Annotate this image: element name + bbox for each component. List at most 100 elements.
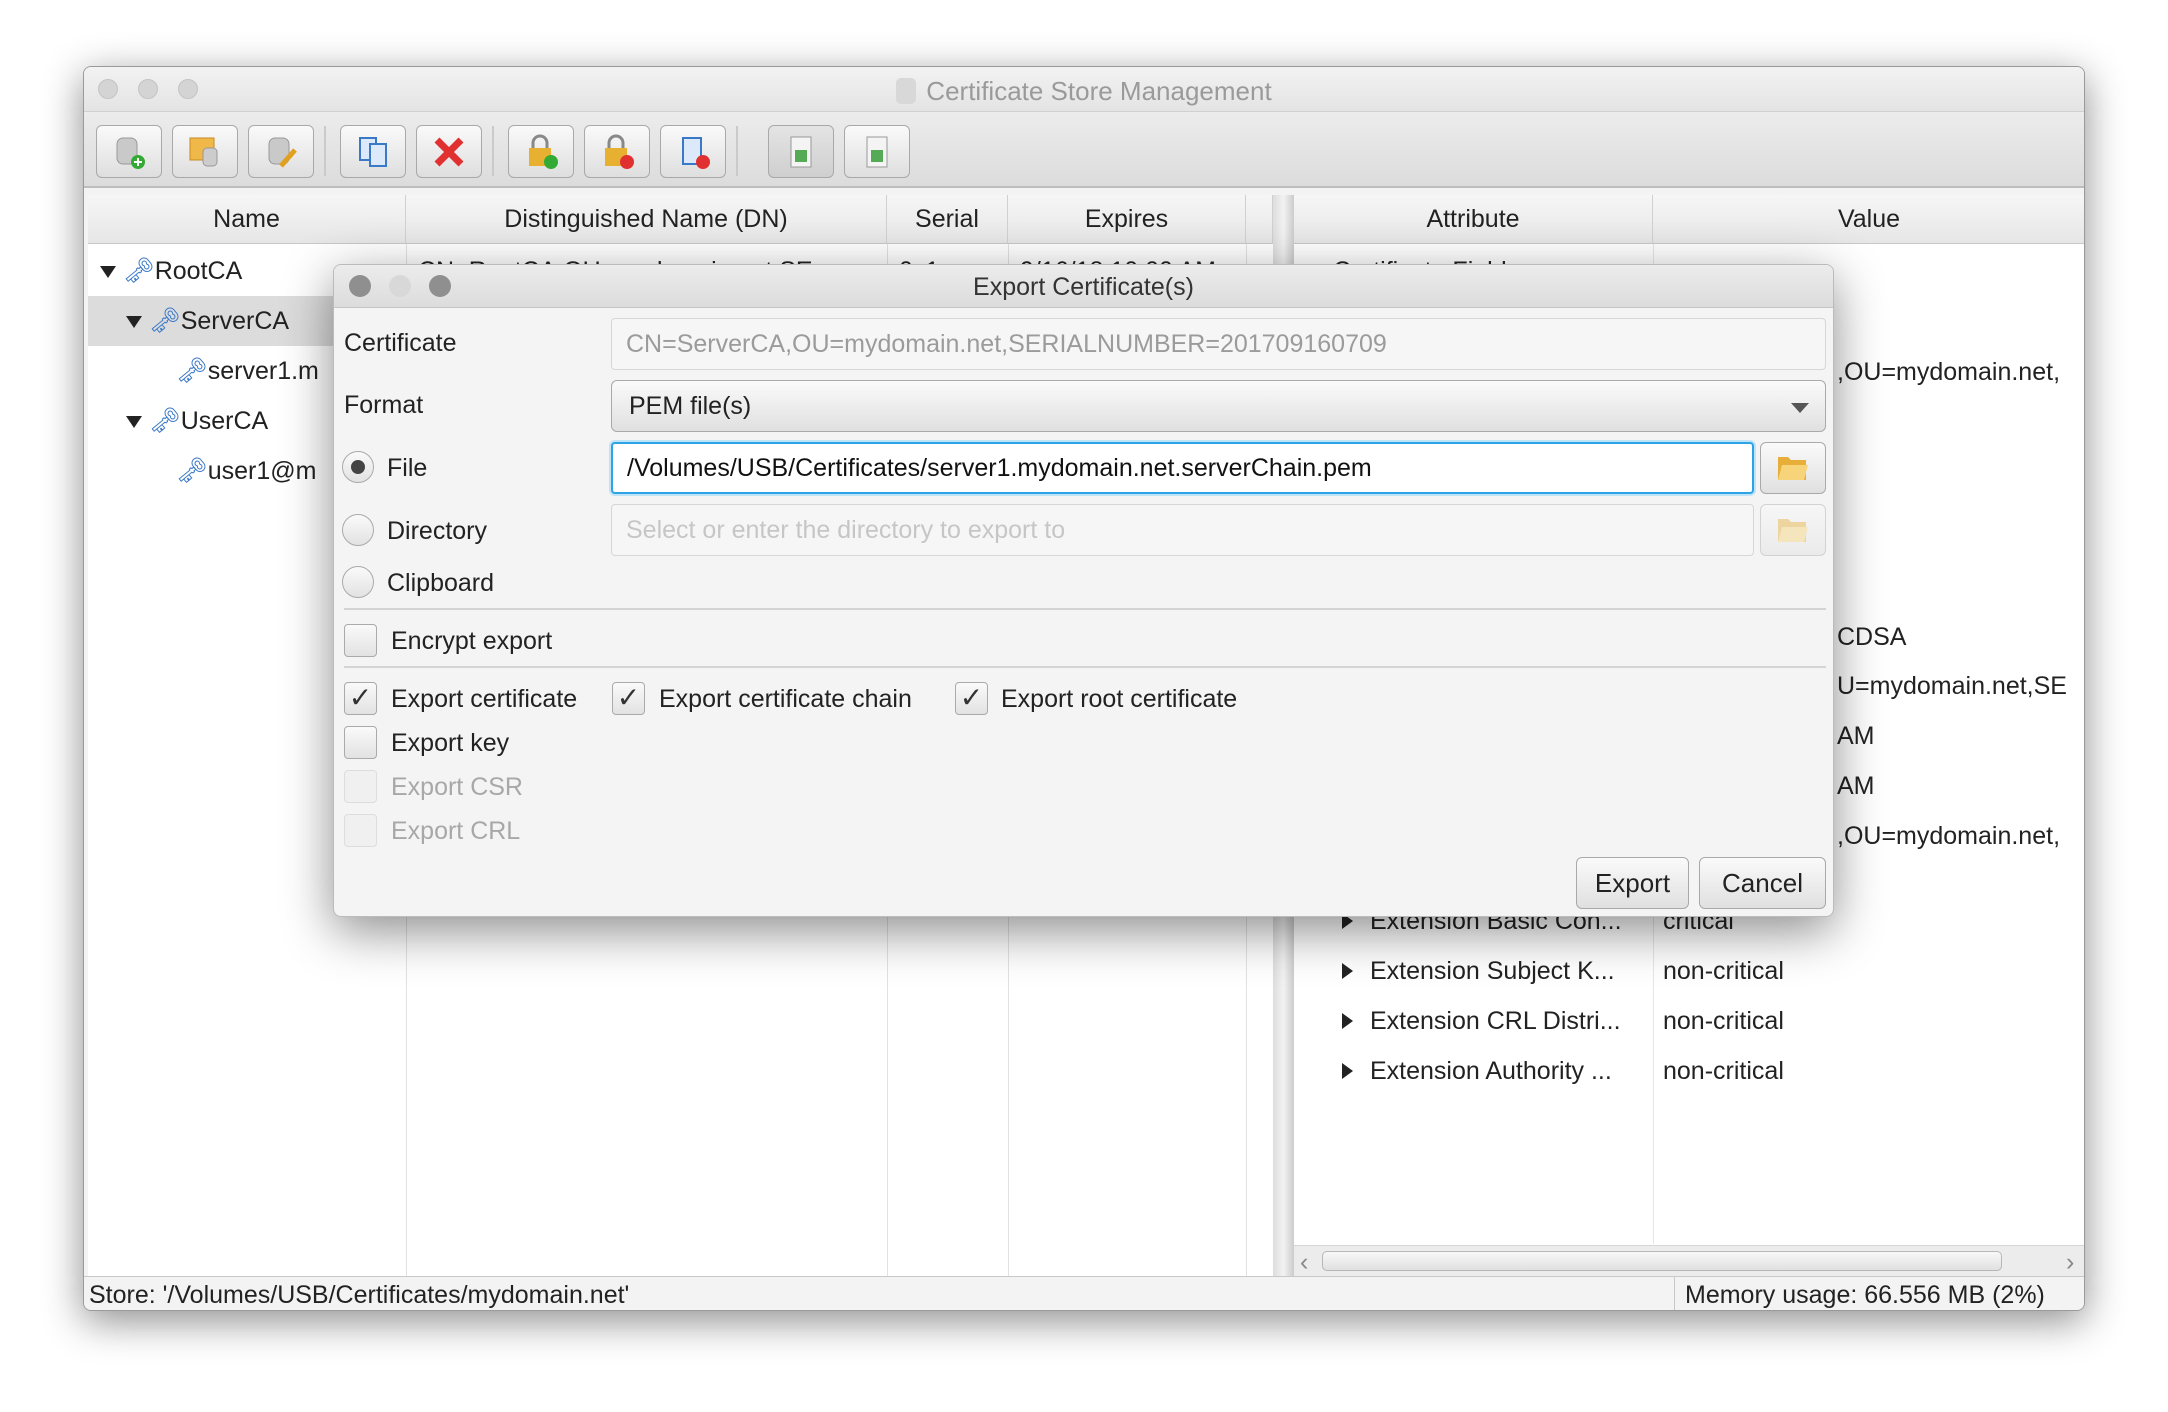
export-crl-checkbox[interactable] [344,814,377,847]
store-path: Store: '/Volumes/USB/Certificates/mydoma… [89,1281,630,1309]
chevron-down-icon [1791,403,1809,413]
delete-icon [434,137,464,166]
import-icon [790,136,812,167]
new-store-button[interactable] [96,125,162,178]
certificate-label: Certificate [344,329,457,357]
attribute-cell: Extension Subject K... [1370,957,1615,985]
toolbar [84,112,2084,188]
tree-label: server1.m [207,357,319,385]
column-header-expires[interactable]: Expires [1008,195,1246,244]
column-header-value[interactable]: Value [1653,195,2084,244]
details-row-extension[interactable]: Extension Subject K... non-critical [1342,946,2082,996]
open-store-button[interactable] [172,125,238,178]
edit-store-button[interactable] [248,125,314,178]
browse-file-button[interactable] [1760,442,1826,494]
column-header-dn[interactable]: Distinguished Name (DN) [406,195,887,244]
export-root-checkbox[interactable]: ✓ [955,682,988,715]
export-certificate-checkbox[interactable]: ✓ [344,682,377,715]
dialog-title: Export Certificate(s) [973,273,1194,301]
expand-triangle-icon[interactable] [126,316,142,329]
memory-usage: Memory usage: 66.556 MB (2%) [1685,1281,2045,1309]
details-row-extension[interactable]: Extension CRL Distri... non-critical [1342,996,2082,1046]
lock-remove-button[interactable] [584,125,650,178]
scroll-left-icon[interactable]: ‹ [1300,1248,1308,1277]
certificate-field: CN=ServerCA,OU=mydomain.net,SERIALNUMBER… [611,318,1826,370]
tree-label: user1@m [207,457,317,485]
horizontal-scrollbar[interactable]: ‹ › [1294,1245,2084,1277]
expand-triangle-icon[interactable] [1342,963,1353,979]
value-cell: non-critical [1663,1007,1784,1035]
column-header-name[interactable]: Name [88,195,406,244]
lock-add-button[interactable] [508,125,574,178]
value-cell: non-critical [1663,957,1784,985]
expand-triangle-icon[interactable] [1342,1013,1353,1029]
edit-store-icon [268,137,297,168]
scroll-right-icon[interactable]: › [2066,1248,2074,1277]
certificate-key-icon: 🗝 [176,457,208,485]
expand-triangle-icon[interactable] [126,416,142,429]
value-cell: ,OU=mydomain.net, [1837,822,2061,850]
dialog-title-bar: Export Certificate(s) [334,265,1833,308]
status-bar: Store: '/Volumes/USB/Certificates/mydoma… [84,1276,2084,1310]
import-button[interactable] [768,125,834,178]
clipboard-label: Clipboard [387,569,495,597]
file-label: File [387,454,428,482]
title-bar: Certificate Store Management [84,67,2084,112]
new-store-icon [116,137,145,169]
column-header-attribute[interactable]: Attribute [1294,195,1653,244]
export-key-checkbox[interactable] [344,726,377,759]
certificate-key-icon: 🗝 [122,257,155,285]
export-csr-checkbox[interactable] [344,770,377,803]
delete-button[interactable] [416,125,482,178]
open-store-icon [189,137,218,166]
export-icon [866,136,888,167]
attribute-cell: Extension Authority ... [1370,1057,1612,1085]
expand-triangle-icon[interactable] [100,266,116,279]
divider [344,666,1826,668]
directory-input[interactable]: Select or enter the directory to export … [611,504,1754,556]
cancel-button[interactable]: Cancel [1699,857,1826,909]
column-header-serial[interactable]: Serial [887,195,1008,244]
column-header-extra [1246,195,1273,244]
encrypt-export-checkbox[interactable] [344,624,377,657]
scrollbar-thumb[interactable] [1322,1251,2002,1271]
tree-label: RootCA [154,257,243,285]
format-selected-value: PEM file(s) [629,392,752,420]
lock-add-icon [529,134,558,169]
export-button[interactable]: Export [1576,857,1689,909]
expand-triangle-icon[interactable] [1342,1063,1353,1079]
copy-icon [359,136,387,167]
export-chain-label: Export certificate chain [659,685,912,713]
export-key-label: Export key [391,729,510,757]
export-root-label: Export root certificate [1001,685,1238,713]
export-certificate-label: Export certificate [391,685,578,713]
export-chain-checkbox[interactable]: ✓ [612,682,645,715]
lock-remove-icon [605,134,634,169]
copy-button[interactable] [340,125,406,178]
directory-label: Directory [387,517,488,545]
export-csr-label: Export CSR [391,773,523,801]
value-cell: non-critical [1663,1057,1784,1085]
export-crl-label: Export CRL [391,817,521,845]
certificate-key-icon: 🗝 [176,357,208,385]
file-path-input[interactable]: /Volumes/USB/Certificates/server1.mydoma… [611,442,1754,494]
format-label: Format [344,391,424,419]
format-select[interactable]: PEM file(s) [611,380,1826,432]
certificate-remove-button[interactable] [660,125,726,178]
folder-open-icon [1778,519,1808,542]
divider [344,608,1826,610]
browse-directory-button[interactable] [1760,504,1826,556]
value-cell: AM [1837,722,1875,750]
certificate-key-icon: 🗝 [148,307,181,335]
clipboard-radio[interactable] [342,566,374,598]
export-button[interactable] [844,125,910,178]
encrypt-export-label: Encrypt export [391,627,553,655]
file-radio[interactable] [342,451,374,483]
directory-radio[interactable] [342,514,374,546]
folder-open-icon [1778,457,1808,480]
certificate-key-icon: 🗝 [148,407,181,435]
details-row-extension[interactable]: Extension Authority ... non-critical [1342,1046,2082,1096]
export-certificates-dialog: Export Certificate(s) Certificate CN=Ser… [333,264,1834,917]
value-cell: ,OU=mydomain.net, [1837,358,2061,386]
window-title: Certificate Store Management [926,76,1272,106]
